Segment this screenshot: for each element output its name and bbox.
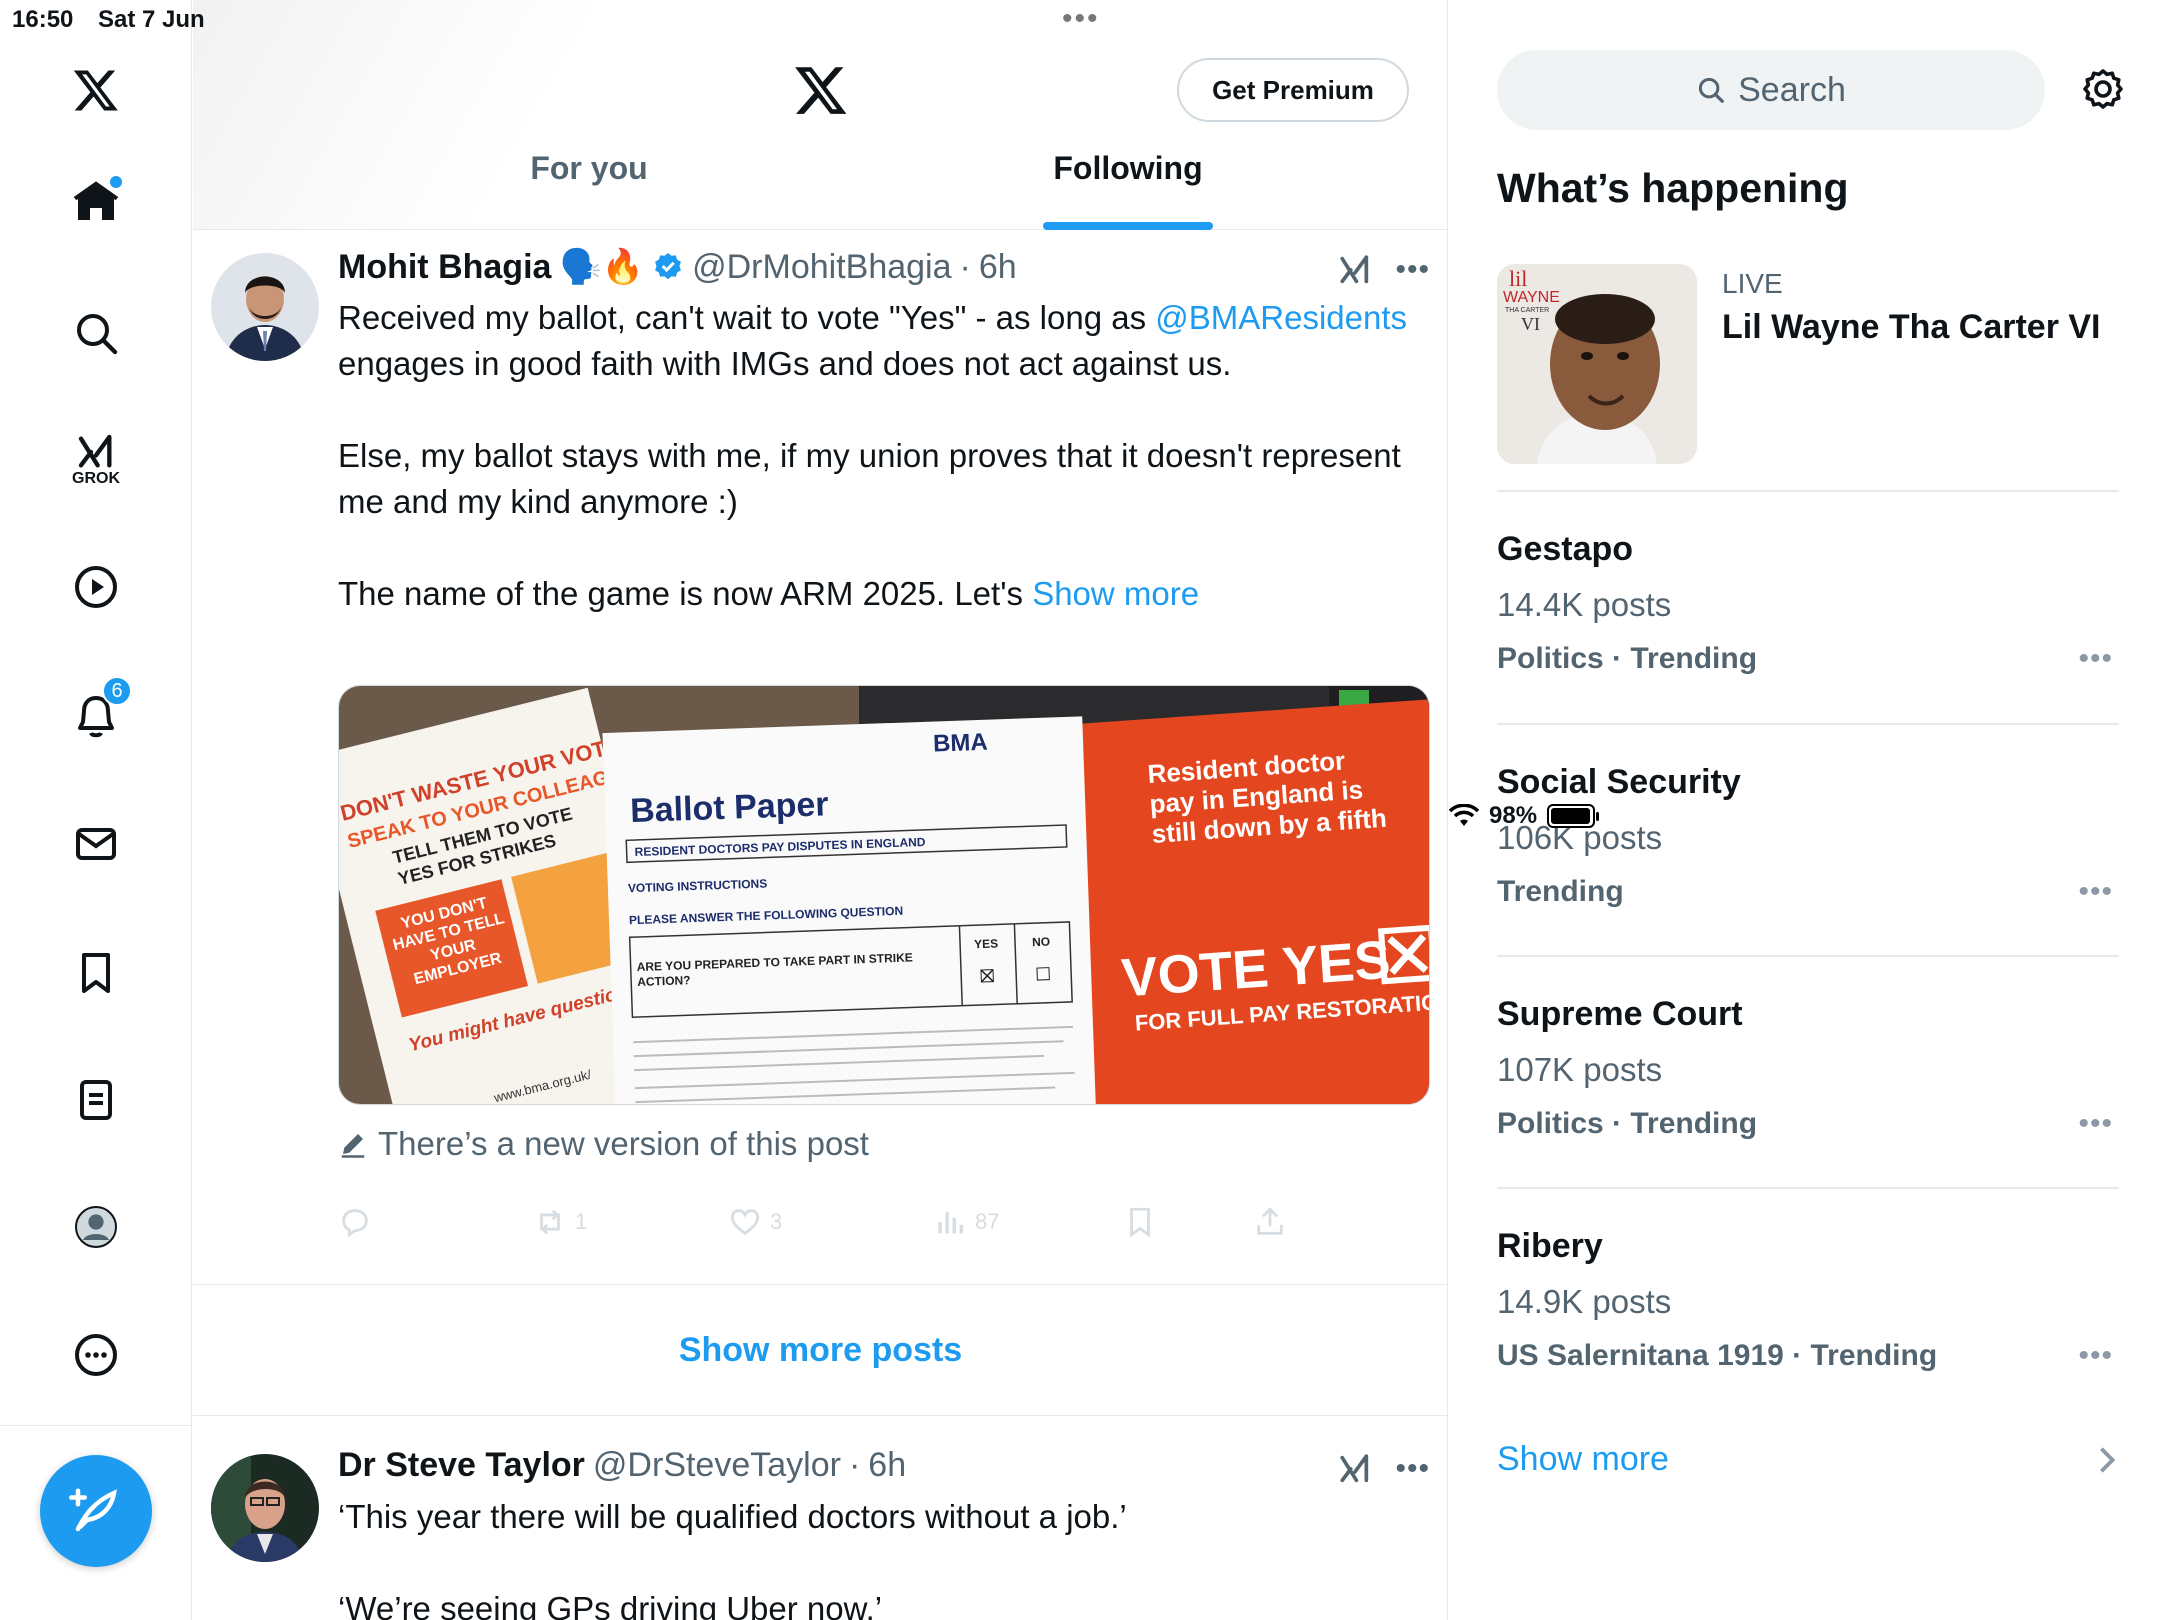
bookmarks-icon[interactable] xyxy=(56,933,136,1013)
tab-following[interactable]: Following xyxy=(968,150,1288,230)
notifications-badge: 6 xyxy=(102,676,132,706)
lists-icon[interactable] xyxy=(56,1060,136,1140)
post-image[interactable]: DON'T WASTE YOUR VOTE SPEAK TO YOUR COLL… xyxy=(338,685,1430,1105)
ballot-title: Ballot Paper xyxy=(630,785,830,830)
author-handle[interactable]: @DrMohitBhagia xyxy=(692,248,951,287)
grok-icon[interactable]: GROK xyxy=(56,420,136,500)
share-icon xyxy=(1257,1207,1283,1235)
meta-separator: · xyxy=(848,1446,861,1484)
battery-percent: 98% xyxy=(1489,802,1538,829)
like-count: 3 xyxy=(770,1209,783,1234)
post-line-1: ‘This year there will be qualified docto… xyxy=(338,1498,1127,1535)
grok-label: GROK xyxy=(72,470,120,487)
x-header-logo-icon[interactable] xyxy=(793,62,849,118)
avatar[interactable] xyxy=(211,253,319,361)
notifications-bell-icon[interactable]: 6 xyxy=(56,676,136,756)
show-more-link[interactable]: Show more xyxy=(1032,575,1199,612)
post-paragraph-3: The name of the game is now ARM 2025. Le… xyxy=(338,575,1033,612)
ballot-yes-label: YES xyxy=(974,936,998,951)
profile-avatar-icon[interactable] xyxy=(56,1187,136,1267)
x-logo-icon[interactable] xyxy=(56,50,136,130)
like-button[interactable]: 3 xyxy=(728,1205,782,1239)
verified-badge-icon xyxy=(655,253,682,280)
home-icon[interactable] xyxy=(56,162,136,242)
explore-search-icon[interactable] xyxy=(56,293,136,373)
emoji-badges: 🗣️🔥 xyxy=(559,248,645,286)
reply-icon xyxy=(342,1209,368,1238)
repost-count: 1 xyxy=(575,1209,588,1234)
post-paragraph-2: Else, my ballot stays with me, if my uni… xyxy=(338,437,1401,520)
grok-post-icon[interactable] xyxy=(1337,1452,1373,1486)
grok-post-icon[interactable] xyxy=(1337,253,1373,287)
ballot-no-label: NO xyxy=(1032,935,1050,950)
repost-icon xyxy=(540,1209,560,1235)
post-more-icon[interactable]: ••• xyxy=(1395,253,1430,287)
post-actions: 1 3 87 xyxy=(338,1205,1447,1245)
share-button[interactable] xyxy=(1253,1205,1287,1239)
nav-divider xyxy=(0,1425,192,1426)
active-tab-indicator xyxy=(1043,222,1213,230)
edit-notice-text: There’s a new version of this post xyxy=(378,1125,869,1162)
post-text-part1: Received my ballot, can't wait to vote "… xyxy=(338,299,1147,336)
status-date: Sat 7 Jun xyxy=(98,6,205,33)
more-options-icon[interactable] xyxy=(56,1315,136,1395)
status-time: 16:50 xyxy=(12,6,74,33)
home-new-dot xyxy=(110,176,122,188)
mention-link[interactable]: @BMAResidents xyxy=(1155,299,1407,336)
avatar[interactable] xyxy=(211,1454,319,1562)
wifi-icon xyxy=(1449,804,1479,826)
post-time[interactable]: 6h xyxy=(979,248,1017,287)
bookmark-icon xyxy=(1130,1207,1150,1238)
status-bar: 16:50 Sat 7 Jun ••• 98% xyxy=(0,0,2160,829)
main-timeline: Get Premium For you Following Mohit Bhag… xyxy=(193,0,1448,1620)
post-card[interactable]: Dr Steve Taylor @DrSteveTaylor · 6h ••• … xyxy=(193,1416,1447,1620)
video-play-icon[interactable] xyxy=(56,547,136,627)
ballot-bma: BMA xyxy=(933,729,989,758)
views-button[interactable]: 87 xyxy=(933,1205,999,1239)
edit-pencil-icon xyxy=(341,1134,365,1158)
author-name[interactable]: Dr Steve Taylor xyxy=(338,1446,585,1485)
repost-button[interactable]: 1 xyxy=(533,1205,587,1239)
compose-feather-icon xyxy=(69,1488,117,1532)
post-more-icon[interactable]: ••• xyxy=(1395,1452,1430,1486)
messages-mail-icon[interactable] xyxy=(56,804,136,884)
tab-for-you[interactable]: For you xyxy=(429,150,749,230)
author-name[interactable]: Mohit Bhagia xyxy=(338,248,551,287)
get-premium-button[interactable]: Get Premium xyxy=(1177,58,1409,122)
post-time[interactable]: 6h xyxy=(868,1446,906,1485)
battery-icon xyxy=(1547,804,1600,828)
multitasking-dots-icon[interactable]: ••• xyxy=(1062,2,1100,36)
compose-post-button[interactable] xyxy=(40,1455,152,1567)
post-text: Received my ballot, can't wait to vote "… xyxy=(338,295,1418,617)
post-line-2: ‘We’re seeing GPs driving Uber now.’ xyxy=(338,1590,883,1620)
post-text: ‘This year there will be qualified docto… xyxy=(338,1494,1418,1620)
left-navigation: GROK 6 xyxy=(0,0,192,1620)
author-handle[interactable]: @DrSteveTaylor xyxy=(593,1446,841,1485)
poster-headline: Resident doctor pay in England is still … xyxy=(1146,745,1388,850)
post-text-part2: engages in good faith with IMGs and does… xyxy=(338,345,1232,382)
bookmark-button[interactable] xyxy=(1123,1205,1157,1239)
reply-button[interactable] xyxy=(338,1205,380,1239)
meta-separator: · xyxy=(959,247,971,286)
show-more-posts-button[interactable]: Show more posts xyxy=(193,1285,1447,1415)
views-bar-icon xyxy=(938,1212,964,1234)
edit-notice[interactable]: There’s a new version of this post xyxy=(338,1125,869,1163)
like-heart-icon xyxy=(730,1209,760,1236)
views-count: 87 xyxy=(975,1209,1000,1234)
